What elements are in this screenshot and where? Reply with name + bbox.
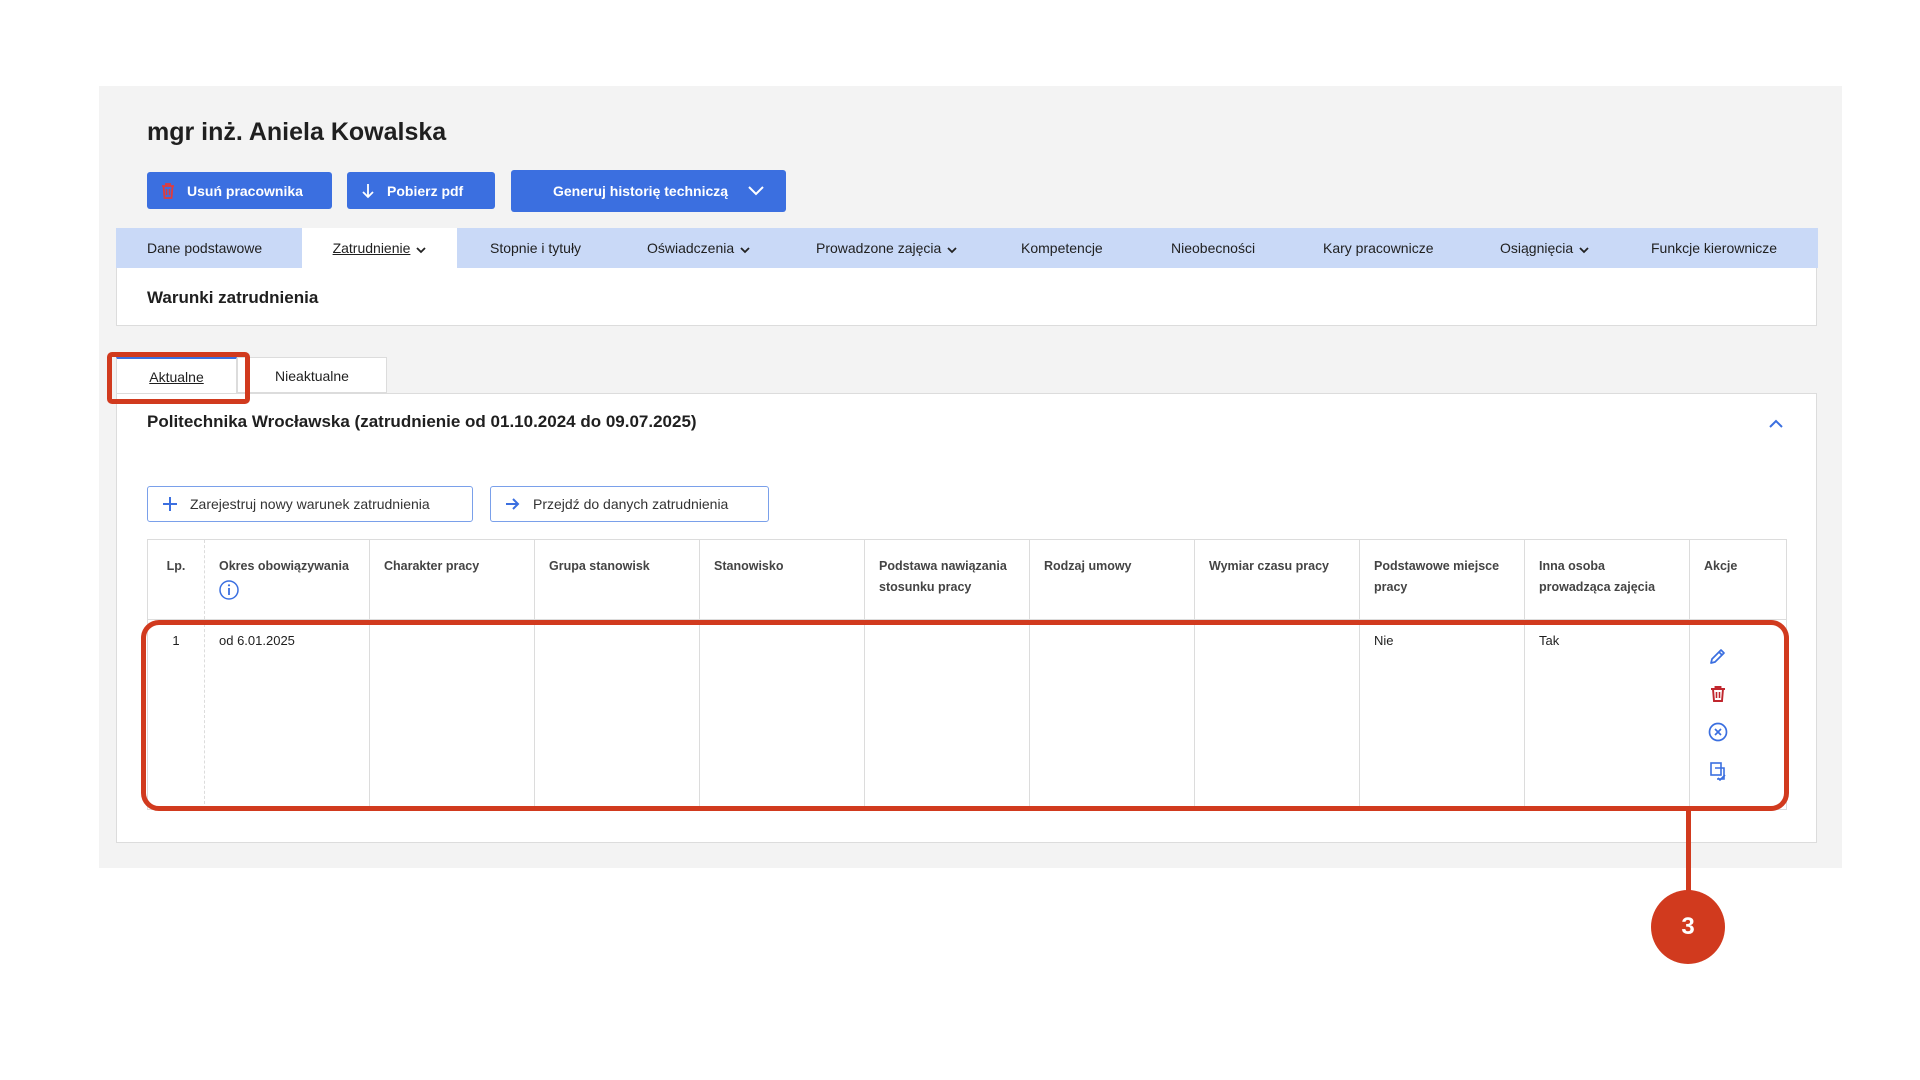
nav-item-osiagniecia[interactable]: Osiągnięcia [1500, 228, 1589, 268]
table-cell-podstawa [865, 619, 1030, 809]
table-cell-wymiar [1195, 619, 1360, 809]
employee-name: mgr inż. Aniela Kowalska [147, 118, 447, 146]
chevron-down-icon [416, 229, 427, 269]
table-header-rodzaj-umowy: Rodzaj umowy [1030, 540, 1195, 619]
info-icon[interactable] [219, 580, 355, 607]
chevron-down-icon [1579, 229, 1589, 269]
chevron-down-icon [740, 229, 750, 269]
tab-aktualne[interactable]: Aktualne [116, 357, 237, 393]
nav-item-prowadzone-zajecia[interactable]: Prowadzone zajęcia [816, 228, 957, 268]
register-condition-label: Zarejestruj nowy warunek zatrudnienia [190, 496, 430, 512]
edit-icon[interactable] [1708, 646, 1728, 666]
table-cell-miejsce-pracy: Nie [1360, 619, 1525, 809]
nav-item-kary[interactable]: Kary pracownicze [1323, 228, 1434, 268]
section-card [116, 268, 1817, 326]
table-header-inna-osoba: Inna osoba prowadząca zajęcia [1525, 540, 1690, 619]
table-cell-stanowisko [700, 619, 865, 809]
callout-badge: 3 [1651, 890, 1725, 964]
table-header-okres: Okres obowiązywania [205, 540, 370, 619]
trash-icon [159, 182, 177, 200]
table-header-podstawa: Podstawa nawiązania stosunku pracy [865, 540, 1030, 619]
employment-title: Politechnika Wrocławska (zatrudnienie od… [147, 412, 697, 431]
cancel-circle-icon[interactable] [1708, 722, 1728, 742]
chevron-down-icon[interactable] [748, 183, 764, 199]
table-header-wymiar: Wymiar czasu pracy [1195, 540, 1360, 619]
plus-icon [162, 496, 178, 512]
download-pdf-label: Pobierz pdf [387, 182, 464, 199]
table-cell-akcje [1690, 619, 1786, 809]
delete-employee-label: Usuń pracownika [187, 182, 303, 199]
nav-item-nieobecnosci[interactable]: Nieobecności [1171, 228, 1255, 268]
nav-item-funkcje[interactable]: Funkcje kierownicze [1651, 228, 1777, 268]
table-cell-okres: od 6.01.2025 [205, 619, 370, 809]
trash-icon[interactable] [1708, 684, 1728, 704]
generate-history-label: Generuj historię techniczą [553, 183, 729, 199]
table-header-stanowisko: Stanowisko [700, 540, 865, 619]
nav-item-zatrudnienie[interactable]: Zatrudnienie [302, 228, 457, 268]
generate-history-button[interactable]: Generuj historię techniczą [511, 170, 786, 212]
nav-item-kompetencje[interactable]: Kompetencje [1021, 228, 1103, 268]
employee-nav: Dane podstawowe Zatrudnienie Stopnie i t… [116, 228, 1818, 268]
delete-employee-button[interactable]: Usuń pracownika [147, 172, 332, 209]
table-header-miejsce-pracy: Podstawowe miejsce pracy [1360, 540, 1525, 619]
table-header-grupa: Grupa stanowisk [535, 540, 700, 619]
download-pdf-button[interactable]: Pobierz pdf [347, 172, 495, 209]
table-header-lp: Lp. [148, 540, 205, 619]
section-title: Warunki zatrudnienia [147, 288, 319, 307]
arrow-right-icon [505, 497, 521, 511]
conditions-table: Lp. Okres obowiązywania Charakter pracy … [147, 539, 1787, 810]
table-cell-rodzaj-umowy [1030, 619, 1195, 809]
register-condition-button[interactable]: Zarejestruj nowy warunek zatrudnienia [147, 486, 473, 522]
table-cell-lp: 1 [148, 619, 205, 809]
callout-line [1686, 811, 1691, 892]
nav-item-dane-podstawowe[interactable]: Dane podstawowe [147, 228, 262, 268]
chevron-down-icon [947, 229, 957, 269]
tab-nieaktualne[interactable]: Nieaktualne [237, 357, 387, 393]
table-cell-inna-osoba: Tak [1525, 619, 1690, 809]
table-cell-charakter [370, 619, 535, 809]
table-header-akcje: Akcje [1704, 559, 1738, 573]
download-arrow-icon [359, 182, 377, 200]
nav-item-stopnie[interactable]: Stopnie i tytuły [490, 228, 581, 268]
goto-employment-button[interactable]: Przejdź do danych zatrudnienia [490, 486, 769, 522]
table-header-charakter: Charakter pracy [370, 540, 535, 619]
nav-item-oswiadczenia[interactable]: Oświadczenia [647, 228, 750, 268]
copy-icon[interactable] [1708, 761, 1728, 782]
table-cell-grupa [535, 619, 700, 809]
goto-employment-label: Przejdź do danych zatrudnienia [533, 496, 729, 512]
chevron-up-icon[interactable] [1766, 414, 1786, 434]
